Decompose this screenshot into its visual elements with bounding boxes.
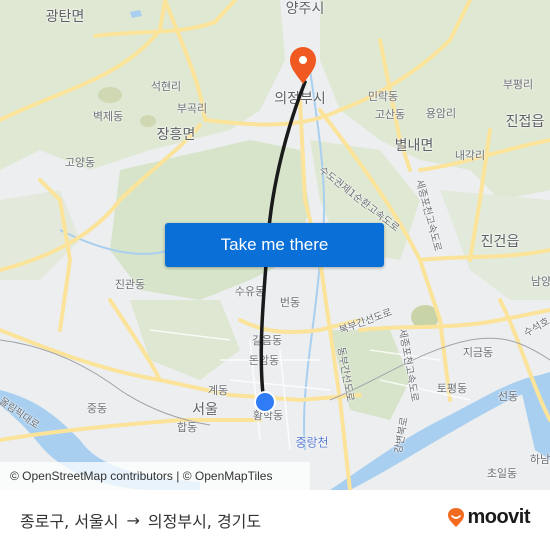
map-attribution[interactable]: © OpenStreetMap contributors | © OpenMap… xyxy=(0,462,310,490)
moovit-wordmark: moovit xyxy=(467,506,530,528)
origin-name: 종로구, 서울시 xyxy=(20,512,119,531)
destination-name: 의정부시, 경기도 xyxy=(147,512,262,531)
route-title: 종로구, 서울시 → 의정부시, 경기도 xyxy=(20,508,261,532)
arrow-right-icon: → xyxy=(126,510,140,530)
destination-pin-icon xyxy=(290,47,316,84)
footer: 종로구, 서울시 → 의정부시, 경기도 moovit xyxy=(0,490,550,550)
take-me-there-button[interactable]: Take me there xyxy=(165,223,384,267)
origin-dot-icon xyxy=(254,391,276,413)
moovit-logo[interactable]: moovit xyxy=(447,506,530,529)
map[interactable]: 광탄면 양주시 석현리 부곡리 벽제동 장흥면 의정부시 민락동 고산동 용암리 부평리 진접읍 별내면… xyxy=(0,0,550,490)
moovit-pin-icon xyxy=(448,507,465,527)
